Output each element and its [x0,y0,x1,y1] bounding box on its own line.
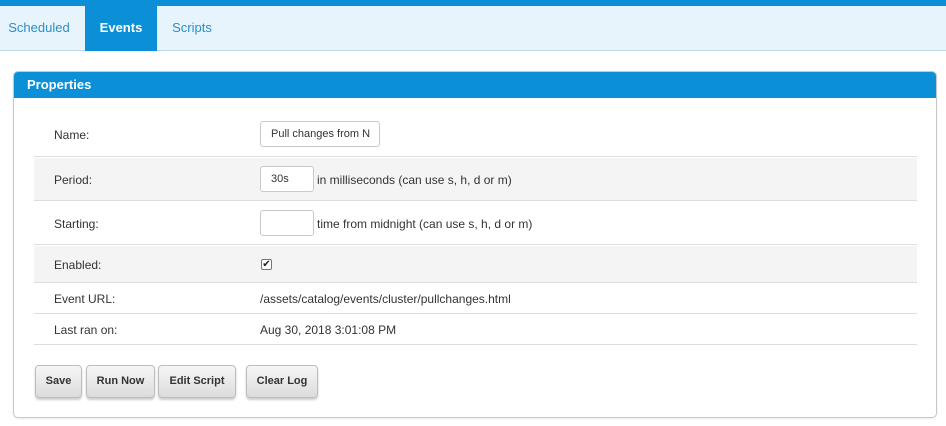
save-button[interactable]: Save [35,365,82,398]
name-label: Name: [54,128,90,142]
event-url-row: Event URL: /assets/catalog/events/cluste… [34,284,917,314]
enabled-row: Enabled: ✔ [34,246,917,283]
starting-label: Starting: [54,217,99,231]
panel-title: Properties [14,72,936,98]
clear-log-button[interactable]: Clear Log [246,365,318,398]
tab-events[interactable]: Events [85,6,157,51]
last-ran-row: Last ran on: Aug 30, 2018 3:01:08 PM [34,315,917,345]
last-ran-label: Last ran on: [54,323,118,337]
last-ran-value: Aug 30, 2018 3:01:08 PM [260,323,397,337]
event-url-label: Event URL: [54,292,116,306]
period-label: Period: [54,173,93,187]
enabled-label: Enabled: [54,258,102,272]
period-hint: in milliseconds (can use s, h, d or m) [317,173,512,187]
tab-bar: Scheduled Events Scripts [0,6,946,51]
tab-scheduled[interactable]: Scheduled [0,6,78,50]
edit-script-button[interactable]: Edit Script [158,365,236,398]
starting-row: Starting: time from midnight (can use s,… [34,202,917,245]
event-url-value: /assets/catalog/events/cluster/pullchang… [260,292,511,306]
period-input[interactable]: 30s [260,166,314,192]
starting-input[interactable] [260,210,314,236]
enabled-checkbox[interactable]: ✔ [261,259,272,270]
name-row: Name: Pull changes from N [34,113,917,157]
properties-panel: Properties Name: Pull changes from N Per… [13,71,937,418]
tab-scripts[interactable]: Scripts [160,6,224,50]
starting-hint: time from midnight (can use s, h, d or m… [317,217,533,231]
name-input[interactable]: Pull changes from N [260,121,380,147]
run-now-button[interactable]: Run Now [86,365,155,398]
period-row: Period: 30s in milliseconds (can use s, … [34,158,917,201]
